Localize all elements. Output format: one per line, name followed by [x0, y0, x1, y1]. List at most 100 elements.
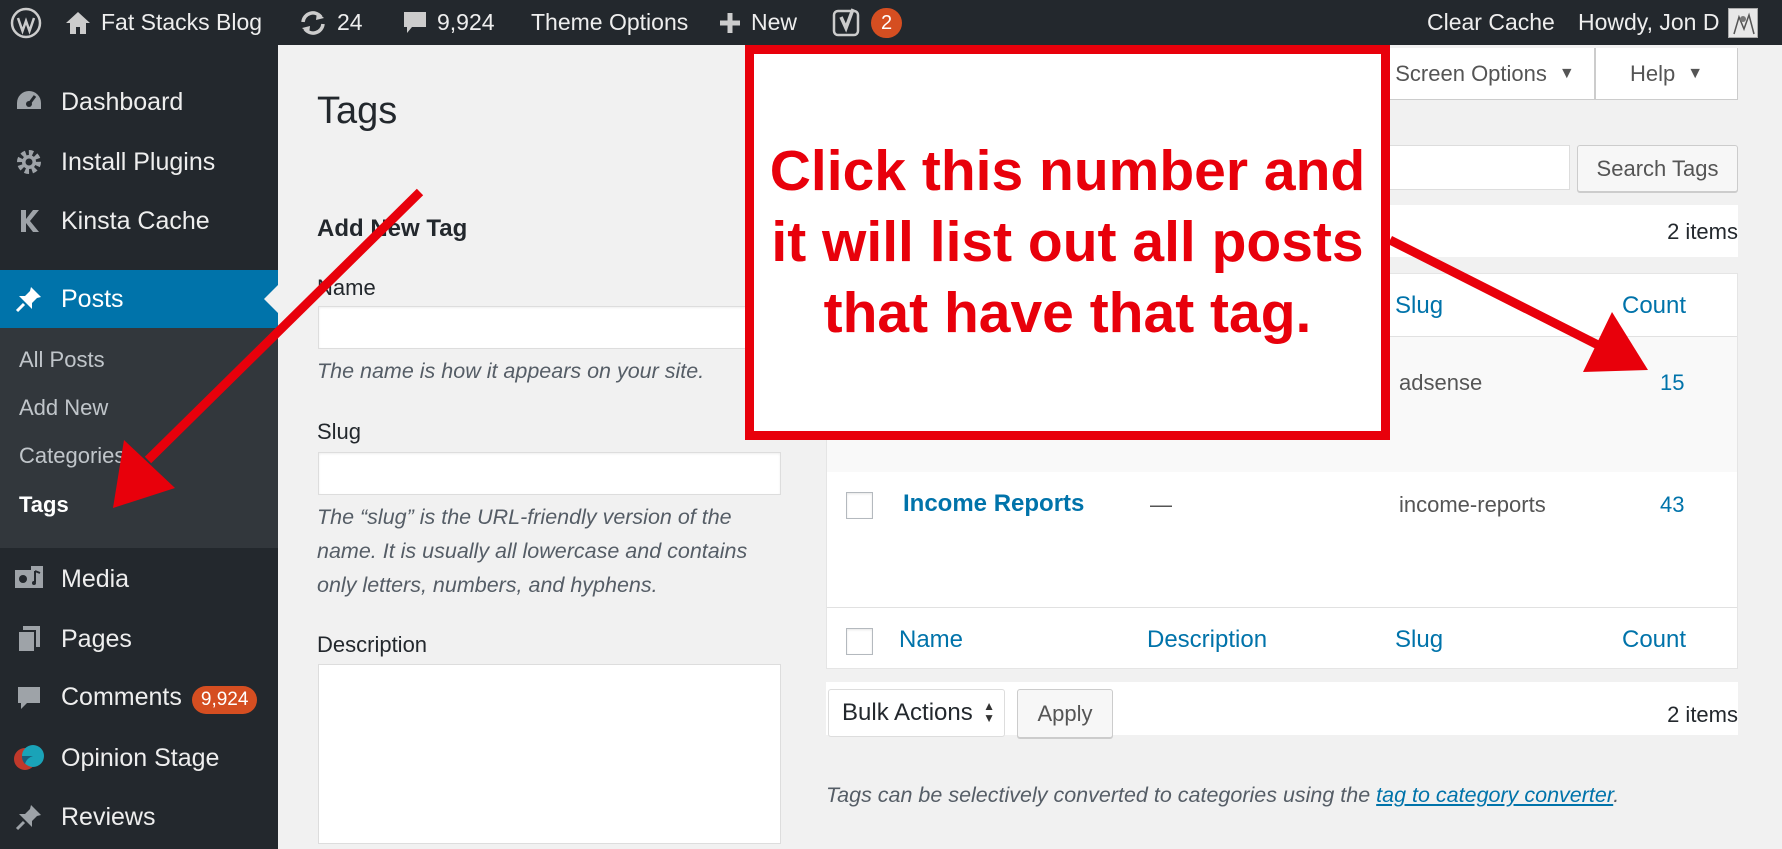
apply-button[interactable]: Apply — [1017, 689, 1113, 738]
column-footer-count[interactable]: Count — [1622, 626, 1686, 654]
column-footer-name[interactable]: Name — [899, 626, 963, 654]
sidebar-item-label: Opinion Stage — [61, 743, 220, 772]
select-all-checkbox[interactable] — [846, 628, 873, 655]
comment-icon — [13, 682, 45, 714]
howdy-label: Howdy, Jon D — [1578, 9, 1720, 35]
tag-name-input[interactable] — [318, 306, 781, 349]
sidebar-item-label: Posts — [61, 284, 124, 313]
help-label: Help — [1629, 60, 1676, 86]
yoast-icon — [832, 7, 862, 39]
home-icon — [64, 10, 92, 36]
row-slug: income-reports — [1399, 492, 1546, 517]
page-title: Tags — [317, 90, 398, 132]
bulk-actions-select[interactable]: Bulk Actions ▲ ▼ — [828, 689, 1005, 737]
admin-sidebar: Dashboard Install Plugins Kinsta Cache P… — [0, 45, 278, 849]
column-header-count[interactable]: Count — [1622, 292, 1686, 320]
slug-label: Slug — [317, 419, 362, 444]
add-new-tag-heading: Add New Tag — [317, 215, 468, 242]
sidebar-item-media[interactable]: Media — [0, 550, 278, 608]
bulk-actions-value: Bulk Actions — [842, 699, 973, 726]
items-count: 2 items — [1667, 219, 1738, 244]
name-help-text: The name is how it appears on your site. — [317, 359, 705, 383]
comments-count: 9,924 — [437, 9, 495, 35]
pin-icon — [13, 283, 45, 315]
row-slug: adsense — [1399, 370, 1483, 395]
sidebar-item-label: Media — [61, 564, 130, 593]
comments-label: Comments — [61, 682, 182, 711]
theme-options-link[interactable]: Theme Options — [531, 0, 688, 45]
sidebar-item-label: Reviews — [61, 802, 156, 831]
sidebar-item-label: Dashboard — [61, 87, 184, 116]
comments-count-badge: 9,924 — [191, 685, 258, 714]
screen-options-label: Screen Options — [1395, 60, 1547, 86]
sidebar-item-label: Pages — [61, 624, 132, 653]
admin-bar: Fat Stacks Blog 24 9,924 Theme Options N… — [0, 0, 1782, 45]
submenu-tags[interactable]: Tags — [19, 492, 69, 518]
site-name-link[interactable]: Fat Stacks Blog — [64, 0, 262, 45]
refresh-icon — [298, 9, 328, 37]
yoast-link[interactable]: 2 — [832, 0, 903, 45]
annotation-callout-box: Click this number and it will list out a… — [745, 45, 1390, 440]
clear-cache-label: Clear Cache — [1427, 9, 1555, 35]
site-name-label: Fat Stacks Blog — [101, 9, 263, 35]
comments-link[interactable]: 9,924 — [402, 0, 495, 45]
sidebar-item-label: Comments 9,924 — [61, 682, 258, 714]
row-description: — — [1150, 492, 1172, 517]
new-content-link[interactable]: New — [718, 0, 797, 45]
column-footer-description[interactable]: Description — [1147, 626, 1267, 654]
caret-down-icon: ▼ — [1687, 64, 1704, 82]
search-tags-input[interactable] — [1385, 145, 1570, 190]
search-tags-button[interactable]: Search Tags — [1577, 145, 1738, 192]
sidebar-item-label: Kinsta Cache — [61, 206, 210, 235]
new-label: New — [751, 9, 798, 35]
sidebar-item-install-plugins[interactable]: Install Plugins — [0, 133, 278, 191]
column-header-slug[interactable]: Slug — [1395, 292, 1443, 320]
dashboard-icon — [13, 86, 45, 118]
screen-options-button[interactable]: Screen Options ▼ — [1375, 48, 1595, 100]
converter-note-text: Tags can be selectively converted to cat… — [826, 783, 1377, 807]
pin-icon — [13, 801, 45, 833]
post-count-link[interactable]: 43 — [1660, 492, 1684, 518]
select-arrows-icon: ▲ ▼ — [983, 699, 995, 725]
sidebar-item-label: Install Plugins — [61, 147, 216, 176]
sidebar-item-opinion-stage[interactable]: Opinion Stage — [0, 729, 278, 787]
media-icon — [13, 563, 45, 595]
slug-help-text: The “slug” is the URL-friendly version o… — [317, 505, 748, 597]
submenu-categories[interactable]: Categories — [19, 443, 125, 469]
posts-submenu: All Posts Add New Categories Tags — [0, 328, 278, 548]
yoast-notification-badge: 2 — [871, 7, 903, 38]
annotation-text: Click this number and it will list out a… — [769, 139, 1366, 345]
sidebar-item-pages[interactable]: Pages — [0, 610, 278, 668]
help-button[interactable]: Help ▼ — [1595, 48, 1738, 100]
plus-icon — [718, 11, 742, 35]
my-account-link[interactable]: Howdy, Jon D — [1578, 0, 1759, 45]
sidebar-item-reviews[interactable]: Reviews — [0, 788, 278, 846]
kinsta-icon — [13, 205, 45, 237]
sidebar-item-dashboard[interactable]: Dashboard — [0, 73, 278, 131]
sidebar-item-posts[interactable]: Posts — [0, 270, 278, 328]
gear-icon — [13, 146, 45, 178]
sidebar-item-kinsta-cache[interactable]: Kinsta Cache — [0, 192, 278, 250]
tag-to-category-converter-link[interactable]: tag to category converter — [1376, 783, 1613, 807]
name-label: Name — [317, 275, 376, 300]
converter-note-end: . — [1613, 783, 1620, 807]
clear-cache-link[interactable]: Clear Cache — [1427, 0, 1555, 45]
submenu-all-posts[interactable]: All Posts — [19, 347, 105, 373]
tag-name-link[interactable]: Income Reports — [903, 490, 1084, 518]
column-footer-slug[interactable]: Slug — [1395, 626, 1443, 654]
tag-slug-input[interactable] — [318, 452, 781, 495]
tag-description-textarea[interactable] — [318, 664, 781, 844]
avatar — [1728, 7, 1759, 38]
opinion-stage-icon — [13, 742, 45, 774]
footer-divider — [827, 607, 1737, 608]
post-count-link[interactable]: 15 — [1660, 370, 1684, 396]
comment-icon — [402, 10, 428, 36]
wordpress-logo-icon[interactable] — [10, 0, 42, 45]
items-count: 2 items — [1667, 702, 1738, 727]
pages-icon — [13, 623, 45, 655]
theme-options-label: Theme Options — [531, 9, 689, 35]
submenu-add-new[interactable]: Add New — [19, 395, 108, 421]
sidebar-item-comments[interactable]: Comments 9,924 — [0, 669, 278, 727]
row-checkbox[interactable] — [846, 492, 873, 519]
updates-link[interactable]: 24 — [298, 0, 363, 45]
